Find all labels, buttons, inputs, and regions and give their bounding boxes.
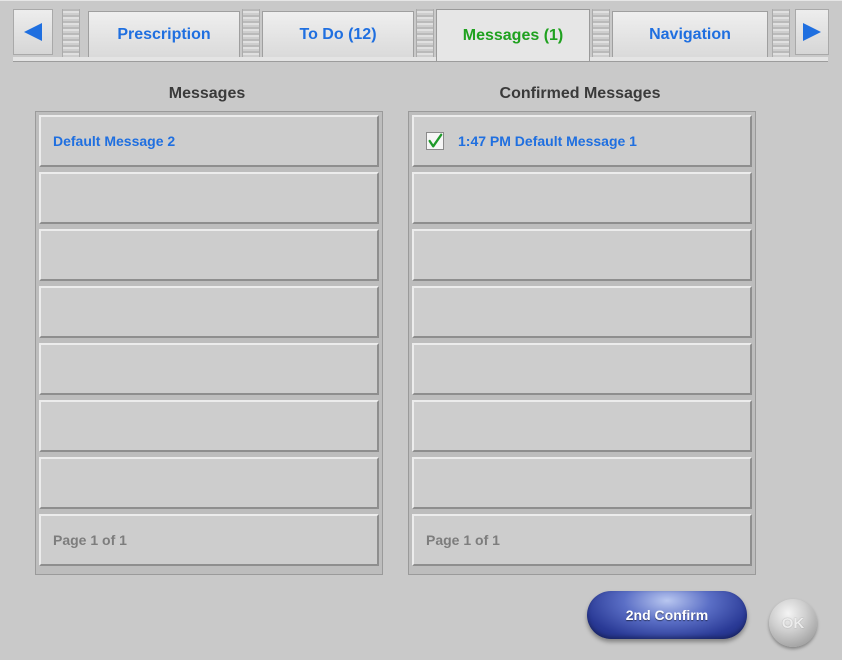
confirmed-message-row[interactable]: 1:47 PM Default Message 1 [412,115,752,167]
confirmed-pager: Page 1 of 1 [412,514,752,566]
triangle-right-icon [803,23,821,41]
tab-separator [592,9,610,57]
tab-strip-baseline [13,57,828,62]
tab-prescription[interactable]: Prescription [88,11,240,57]
messages-list: Default Message 2 Page 1 of 1 [35,111,383,575]
previous-tab-button[interactable] [13,9,53,55]
checkmark-icon [428,133,443,148]
confirmed-message-row[interactable] [412,343,752,395]
next-tab-button[interactable] [795,9,829,55]
ok-button[interactable]: OK [769,599,817,647]
confirmed-message-row[interactable] [412,286,752,338]
tab-messages[interactable]: Messages (1) [436,9,590,61]
checked-checkbox[interactable] [426,132,444,150]
app-window: Prescription To Do (12) Messages (1) Nav… [0,0,842,660]
confirmed-panel-title: Confirmed Messages [499,85,661,102]
message-row[interactable]: Default Message 2 [39,115,379,167]
confirmed-message-row[interactable] [412,229,752,281]
message-row[interactable] [39,457,379,509]
confirmed-message-row[interactable] [412,400,752,452]
confirmed-messages-list: 1:47 PM Default Message 1 Page 1 of 1 [408,111,756,575]
message-row[interactable] [39,286,379,338]
tab-separator [62,9,80,57]
tab-separator [416,9,434,57]
tab-to-do[interactable]: To Do (12) [262,11,414,57]
tab-strip: Prescription To Do (12) Messages (1) Nav… [0,1,842,65]
confirmed-message-row[interactable] [412,457,752,509]
message-row[interactable] [39,400,379,452]
messages-pager: Page 1 of 1 [39,514,379,566]
triangle-left-icon [24,23,42,41]
second-confirm-button[interactable]: 2nd Confirm [587,591,747,639]
message-row[interactable] [39,229,379,281]
confirmed-message-row[interactable] [412,172,752,224]
confirmed-message-label: 1:47 PM Default Message 1 [458,133,637,149]
messages-panel-title: Messages [168,85,246,102]
tab-separator [242,9,260,57]
tab-separator [772,9,790,57]
message-row[interactable] [39,172,379,224]
tab-navigation[interactable]: Navigation [612,11,768,57]
message-row[interactable] [39,343,379,395]
